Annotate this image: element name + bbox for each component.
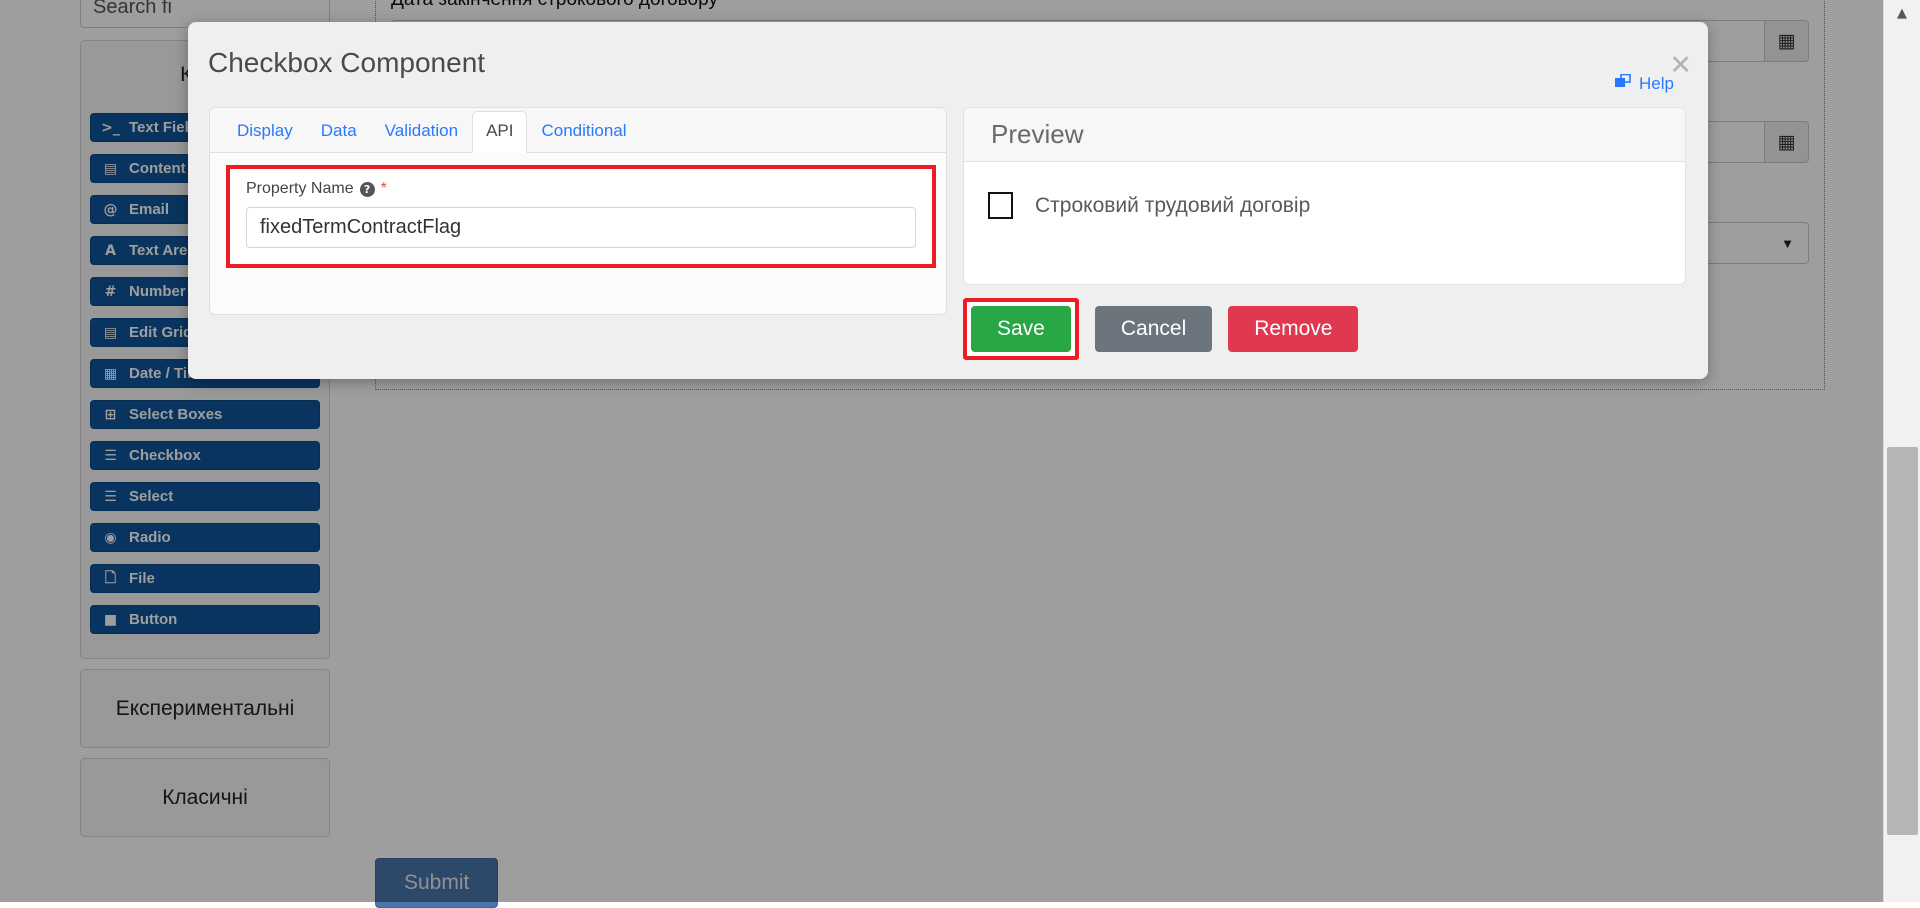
application-root: Search fi Комп >_Text Fiel▤Content@Email… [0,0,1920,902]
tab-api[interactable]: API [472,111,527,153]
preview-checkbox-label: Строковий трудовий договір [1035,194,1310,218]
remove-button[interactable]: Remove [1228,306,1358,352]
component-settings-card: DisplayDataValidationAPIConditional Prop… [209,107,947,315]
preview-body: Строковий трудовий договір [964,162,1685,219]
preview-header: Preview [964,108,1685,162]
save-button-highlight-box: Save [963,298,1079,360]
property-name-input[interactable] [246,207,916,248]
cancel-button[interactable]: Cancel [1095,306,1212,352]
modal-title: Checkbox Component [208,47,485,79]
question-mark-icon[interactable]: ? [360,182,375,197]
tab-validation[interactable]: Validation [371,111,472,153]
page-scrollbar[interactable]: ▲ [1883,0,1920,902]
checkbox-component-modal: Checkbox Component ✕ Help DisplayDataVal… [188,22,1708,379]
preview-checkbox-row: Строковий трудовий договір [988,192,1685,219]
property-name-highlight-box: Property Name ? * [226,165,936,268]
help-link[interactable]: Help [1615,74,1674,94]
help-link-label: Help [1639,74,1674,94]
modal-footer: Save Cancel Remove [963,298,1358,360]
scrollbar-thumb[interactable] [1887,447,1918,835]
tab-data[interactable]: Data [307,111,371,153]
scroll-up-arrow-icon[interactable]: ▲ [1884,0,1920,26]
tab-conditional[interactable]: Conditional [527,111,640,153]
save-button[interactable]: Save [971,306,1071,352]
property-name-label: Property Name ? * [246,180,916,198]
preview-card: Preview Строковий трудовий договір [963,107,1686,285]
preview-checkbox[interactable] [988,192,1013,219]
property-name-label-text: Property Name [246,180,354,198]
settings-tabs: DisplayDataValidationAPIConditional [210,108,946,153]
required-asterisk: * [381,180,387,198]
tab-display[interactable]: Display [223,111,307,153]
external-window-icon [1615,74,1632,94]
